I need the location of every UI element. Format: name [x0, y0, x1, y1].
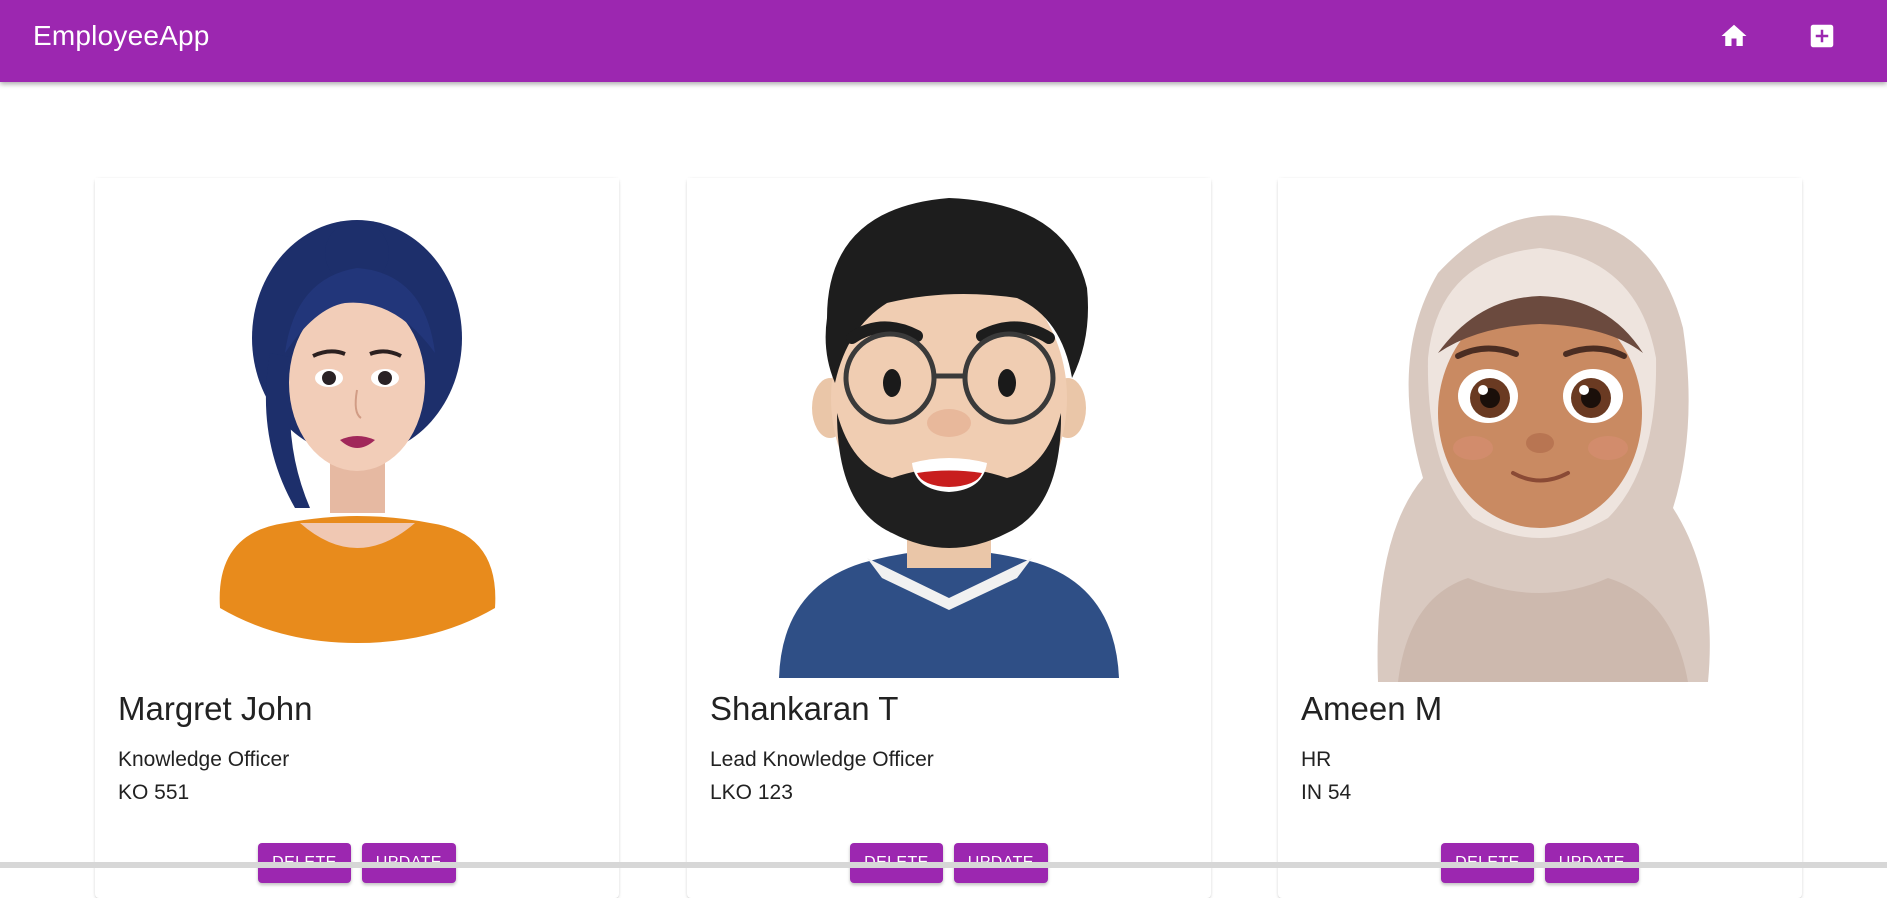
employee-role: Knowledge Officer — [118, 748, 290, 771]
employee-name: Shankaran T — [710, 690, 899, 727]
home-icon — [1721, 24, 1747, 46]
employee-code: IN 54 — [1301, 781, 1352, 804]
employee-name: Margret John — [118, 690, 313, 727]
employee-name: Ameen M — [1301, 690, 1443, 727]
add-employee-button[interactable] — [1800, 14, 1844, 58]
employee-card: Ameen M HR IN 54 DELETE UPDATE — [1278, 178, 1802, 898]
employee-role: HR — [1301, 748, 1332, 771]
employee-avatar — [1278, 178, 1802, 682]
bearded-man-avatar-illustration — [687, 178, 1211, 682]
window-bottom-edge — [0, 862, 1887, 868]
woman-avatar-illustration — [95, 178, 619, 682]
app-bar: EmployeeApp — [0, 0, 1887, 82]
employee-avatar — [95, 178, 619, 682]
home-button[interactable] — [1712, 14, 1756, 58]
app-title[interactable]: EmployeeApp — [33, 20, 210, 52]
employee-code: LKO 123 — [710, 781, 793, 804]
add-box-icon — [1810, 24, 1834, 48]
hijab-girl-avatar-illustration — [1278, 178, 1802, 682]
employee-avatar — [687, 178, 1211, 682]
employee-role: Lead Knowledge Officer — [710, 748, 934, 771]
employee-code: KO 551 — [118, 781, 190, 804]
employee-card: Margret John Knowledge Officer KO 551 DE… — [95, 178, 619, 898]
employee-card: Shankaran T Lead Knowledge Officer LKO 1… — [687, 178, 1211, 898]
